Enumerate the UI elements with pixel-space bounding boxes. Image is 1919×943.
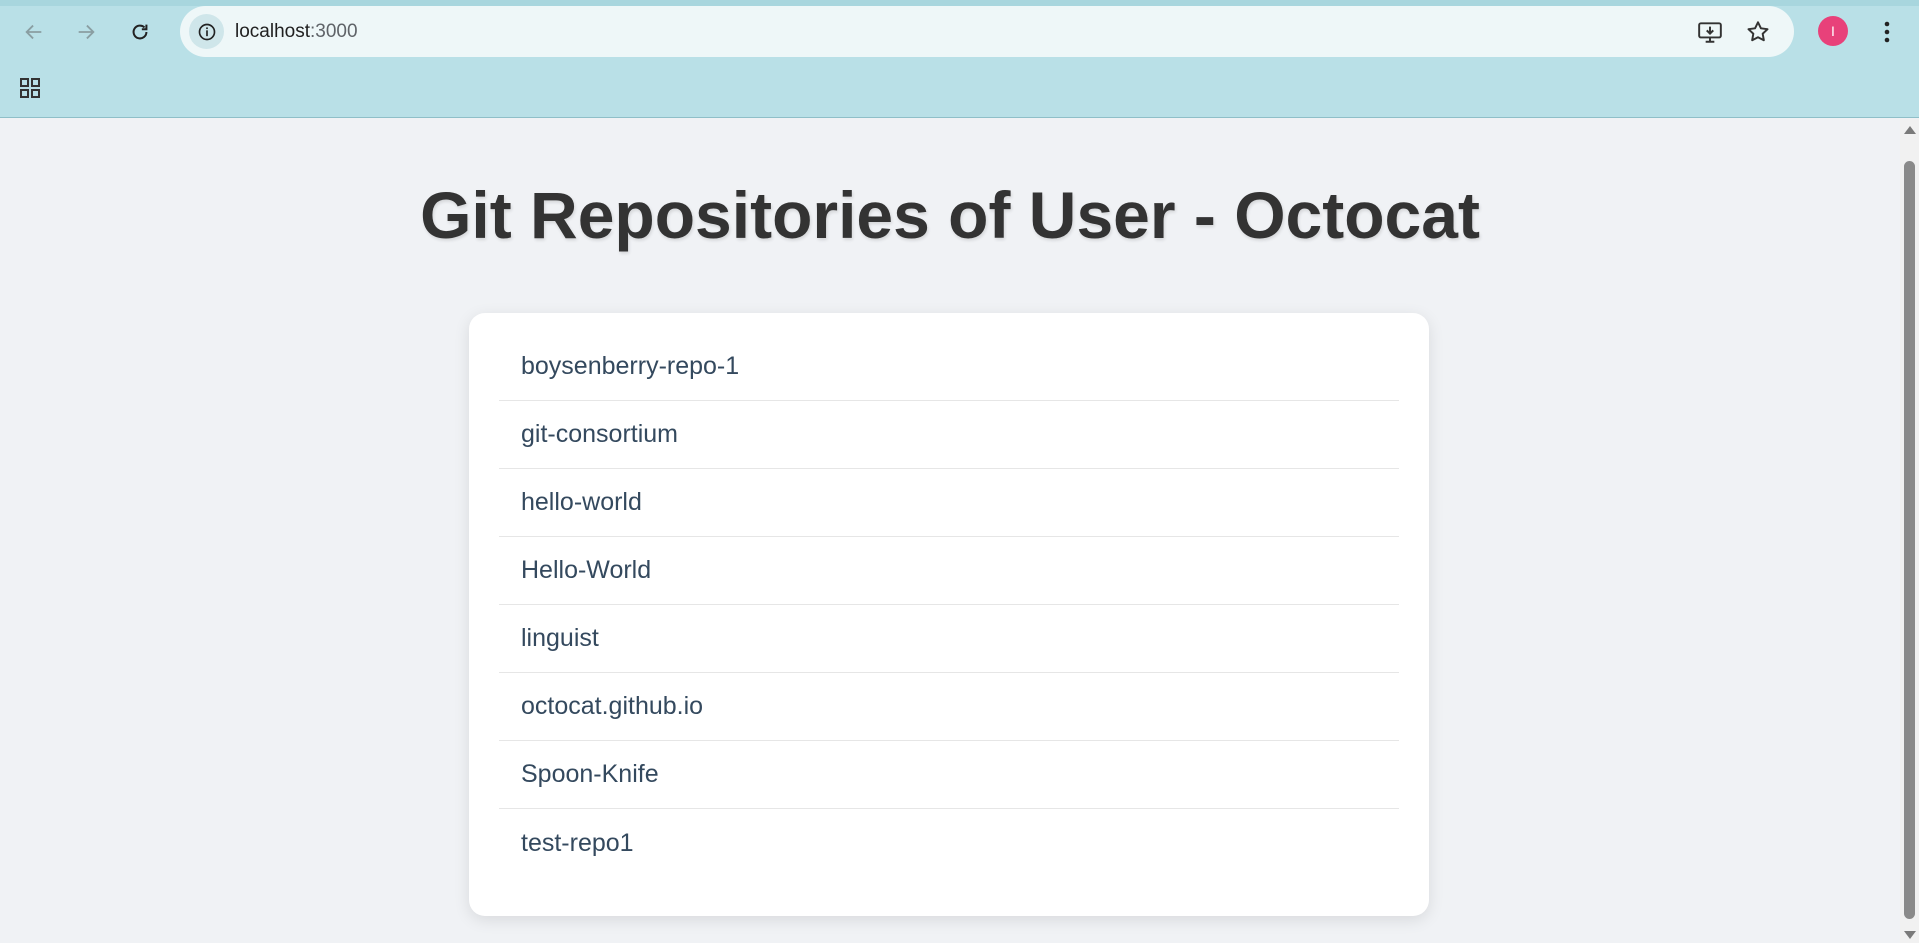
- back-button[interactable]: [16, 14, 52, 50]
- install-app-button[interactable]: [1696, 18, 1724, 46]
- site-info-button[interactable]: [189, 14, 224, 49]
- scroll-down-arrow-icon[interactable]: [1904, 931, 1916, 939]
- more-vert-icon: [1884, 21, 1890, 43]
- reload-icon: [132, 24, 148, 40]
- page-title: Git Repositories of User - Octocat: [420, 178, 1480, 252]
- repo-item[interactable]: hello-world: [499, 469, 1399, 537]
- scrollbar-thumb[interactable]: [1904, 161, 1915, 919]
- info-icon: [198, 23, 215, 40]
- repo-item[interactable]: Hello-World: [499, 537, 1399, 605]
- repo-item[interactable]: Spoon-Knife: [499, 741, 1399, 809]
- browser-toolbar: localhost:3000 I: [0, 0, 1919, 118]
- back-arrow-icon: [25, 24, 42, 40]
- page-content: Git Repositories of User - Octocat boyse…: [0, 119, 1900, 943]
- apps-shortcut-button[interactable]: [14, 72, 46, 104]
- address-bar[interactable]: localhost:3000: [180, 6, 1794, 57]
- install-app-icon: [1698, 22, 1722, 43]
- scroll-up-arrow-icon[interactable]: [1904, 126, 1916, 134]
- vertical-scrollbar[interactable]: [1900, 119, 1919, 943]
- repo-item[interactable]: boysenberry-repo-1: [499, 333, 1399, 401]
- apps-grid-icon: [20, 78, 40, 98]
- url-host: localhost: [235, 21, 310, 42]
- repo-item[interactable]: test-repo1: [499, 809, 1399, 877]
- repo-item[interactable]: octocat.github.io: [499, 673, 1399, 741]
- star-icon: [1747, 21, 1769, 42]
- repo-list: boysenberry-repo-1 git-consortium hello-…: [499, 333, 1399, 877]
- browser-menu-button[interactable]: [1872, 14, 1902, 50]
- forward-arrow-icon: [78, 24, 95, 40]
- forward-button[interactable]: [68, 14, 104, 50]
- repo-item[interactable]: git-consortium: [499, 401, 1399, 469]
- reload-button[interactable]: [122, 14, 158, 50]
- url-text[interactable]: localhost:3000: [235, 21, 358, 43]
- repo-card: boysenberry-repo-1 git-consortium hello-…: [469, 313, 1429, 916]
- url-port: :3000: [310, 21, 358, 42]
- bookmark-button[interactable]: [1744, 18, 1772, 46]
- repo-item[interactable]: linguist: [499, 605, 1399, 673]
- profile-avatar[interactable]: I: [1818, 16, 1848, 46]
